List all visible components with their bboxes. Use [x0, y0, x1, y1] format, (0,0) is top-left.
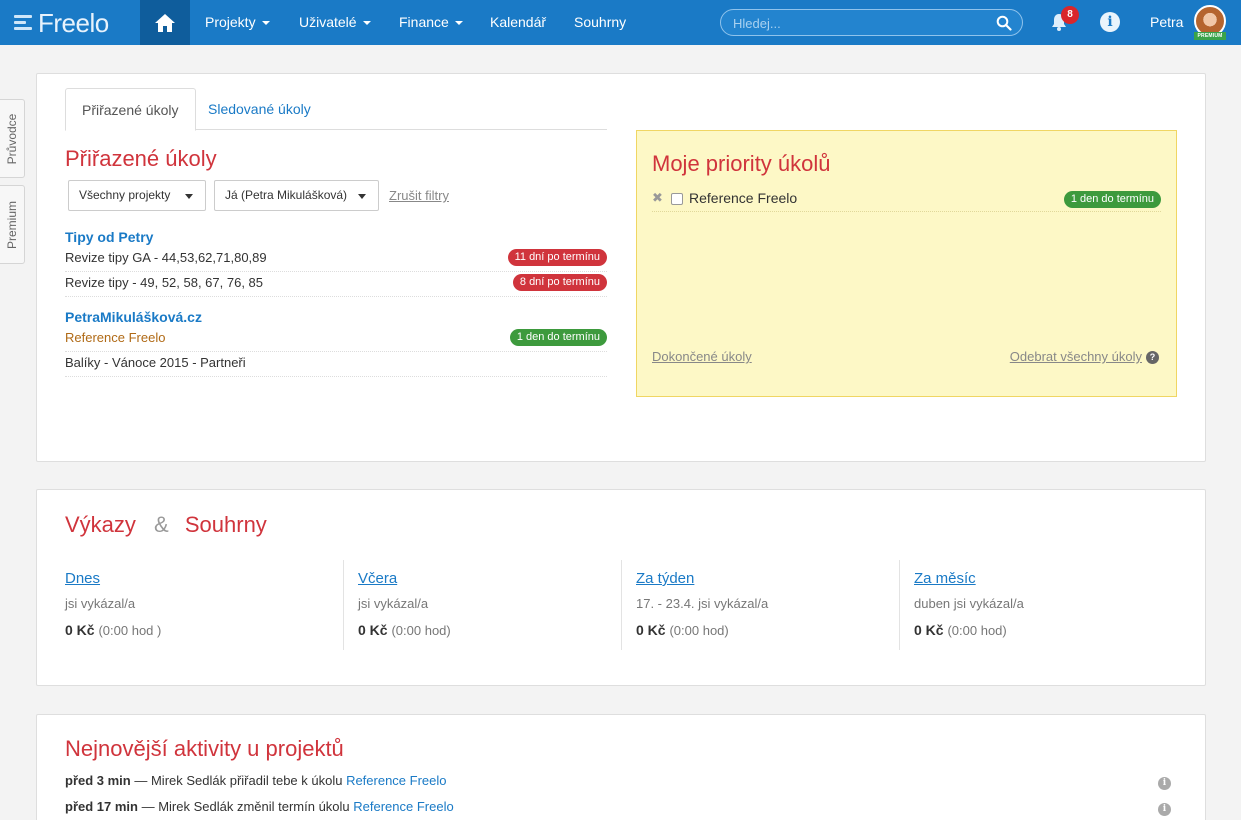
notification-badge: 8 [1061, 6, 1079, 24]
divider [343, 560, 344, 650]
home-icon [155, 13, 175, 32]
task-name: Revize tipy - 49, 52, 58, 67, 76, 85 [65, 275, 264, 290]
side-tab-pruvodce[interactable]: Průvodce [0, 99, 25, 178]
task-name: Revize tipy GA - 44,53,62,71,80,89 [65, 250, 267, 265]
nav-souhrny[interactable]: Souhrny [574, 0, 626, 45]
nav-finance[interactable]: Finance [399, 0, 463, 45]
deadline-badge: 1 den do termínu [1063, 191, 1161, 208]
info-icon[interactable]: i [1158, 803, 1171, 816]
reports-heading: Výkazy & Souhrny [65, 512, 267, 537]
divider [899, 560, 900, 650]
priority-heading: Moje priority úkolů [652, 151, 831, 176]
task-name: Reference Freelo [65, 330, 166, 345]
chevron-down-icon [358, 194, 366, 199]
report-heading-link[interactable]: Za měsíc [914, 570, 976, 587]
search-input[interactable] [733, 13, 983, 33]
deadline-badge: 1 den do termínu [509, 329, 607, 346]
chevron-down-icon [362, 21, 371, 26]
logo-bars-icon [14, 15, 36, 31]
task-row[interactable]: Reference Freelo 1 den do termínu [65, 327, 607, 352]
completed-tasks-link[interactable]: Dokončené úkoly [652, 349, 752, 364]
remove-icon[interactable]: ✖ [652, 190, 663, 206]
deadline-badge: 11 dní po termínu [507, 249, 607, 266]
home-button[interactable] [140, 0, 190, 45]
priority-box: Moje priority úkolů ✖ Reference Freelo 1… [636, 130, 1177, 397]
info-icon[interactable]: i [1100, 12, 1120, 32]
side-tab-premium[interactable]: Premium [0, 185, 25, 264]
remove-all-wrap: Odebrat všechny úkoly? [1010, 348, 1159, 364]
nav-projekty[interactable]: Projekty [205, 0, 270, 45]
task-row[interactable]: Balíky - Vánoce 2015 - Partneři [65, 352, 607, 377]
premium-badge: PREMIUM [1194, 32, 1226, 40]
freelo-logo[interactable]: Freelo [14, 7, 109, 39]
divider [621, 560, 622, 650]
project-title[interactable]: PetraMikulášková.cz [65, 309, 202, 325]
report-heading-link[interactable]: Včera [358, 570, 397, 587]
top-navbar: Freelo Projekty Uživatelé Finance Kalend… [0, 0, 1241, 45]
tab-followed[interactable]: Sledované úkoly [192, 88, 327, 130]
project-title[interactable]: Tipy od Petry [65, 229, 153, 245]
clear-filters-link[interactable]: Zrušit filtry [389, 188, 449, 203]
chevron-down-icon [261, 21, 270, 26]
help-icon[interactable]: ? [1146, 351, 1159, 364]
activity-heading: Nejnovější aktivity u projektů [65, 736, 344, 761]
reports-panel: Výkazy & Souhrny Dnes jsi vykázal/a 0 Kč… [36, 489, 1206, 686]
user-filter-select[interactable]: Já (Petra Mikulášková) [214, 180, 379, 211]
task-row[interactable]: Revize tipy - 49, 52, 58, 67, 76, 85 8 d… [65, 272, 607, 297]
search-box [720, 9, 1023, 36]
nav-kalendar[interactable]: Kalendář [490, 0, 546, 45]
report-heading-link[interactable]: Dnes [65, 570, 100, 587]
activity-panel: Nejnovější aktivity u projektů před 3 mi… [36, 714, 1206, 820]
chevron-down-icon [454, 21, 463, 26]
priority-task-name: Reference Freelo [689, 190, 798, 206]
remove-all-link[interactable]: Odebrat všechny úkoly [1010, 349, 1142, 364]
activity-row: před 17 min — Mirek Sedlák změnil termín… [65, 799, 454, 814]
priority-item[interactable]: ✖ Reference Freelo 1 den do termínu [652, 189, 1161, 212]
info-icon[interactable]: i [1158, 777, 1171, 790]
user-name[interactable]: Petra [1150, 0, 1183, 45]
task-name: Balíky - Vánoce 2015 - Partneři [65, 355, 246, 370]
chevron-down-icon [185, 194, 193, 199]
task-tabs: Přiřazené úkoly Sledované úkoly [65, 88, 607, 131]
task-row[interactable]: Revize tipy GA - 44,53,62,71,80,89 11 dn… [65, 247, 607, 272]
activity-task-link[interactable]: Reference Freelo [346, 773, 446, 788]
task-checkbox[interactable] [671, 193, 683, 205]
activity-task-link[interactable]: Reference Freelo [353, 799, 453, 814]
nav-uzivatele[interactable]: Uživatelé [299, 0, 371, 45]
assigned-heading: Přiřazené úkoly [65, 146, 217, 171]
activity-row: před 3 min — Mirek Sedlák přiřadil tebe … [65, 773, 447, 788]
logo-text: Freelo [38, 7, 109, 38]
report-heading-link[interactable]: Za týden [636, 570, 694, 587]
search-icon[interactable] [996, 15, 1012, 31]
tab-assigned[interactable]: Přiřazené úkoly [65, 88, 196, 131]
tasks-panel: Přiřazené úkoly Sledované úkoly Přiřazen… [36, 73, 1206, 462]
deadline-badge: 8 dní po termínu [512, 274, 607, 291]
project-filter-select[interactable]: Všechny projekty [68, 180, 206, 211]
